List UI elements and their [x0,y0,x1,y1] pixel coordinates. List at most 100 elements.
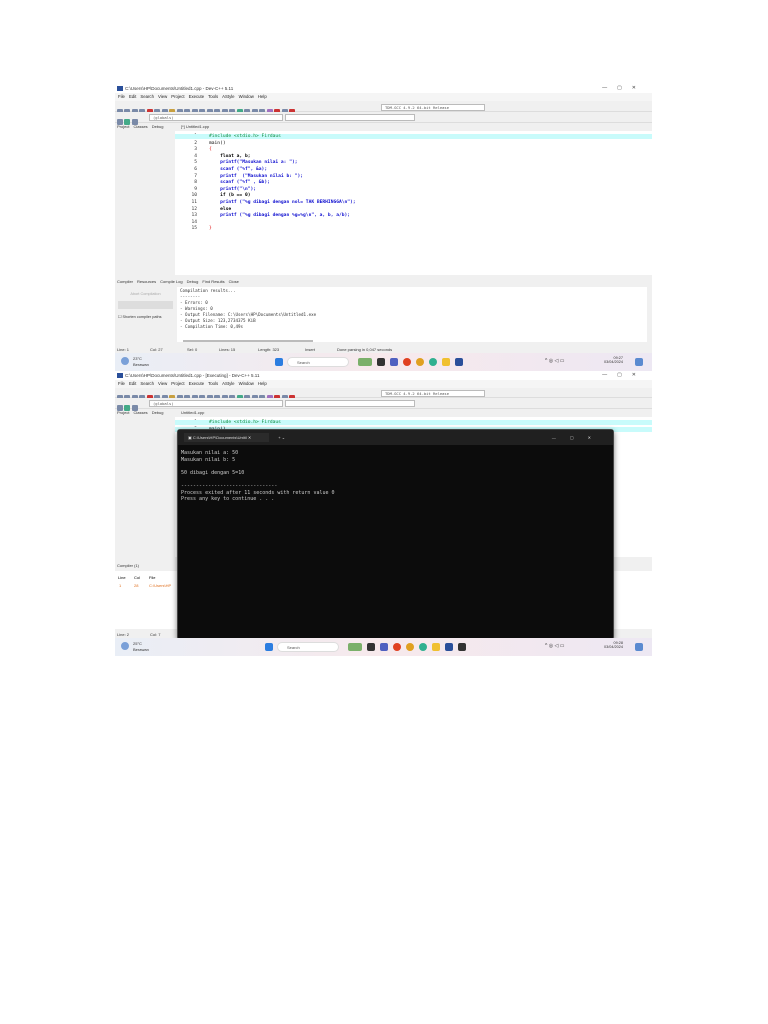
system-tray-icons[interactable]: ^ ◎ ◁ ▭ [545,643,564,649]
menu-search[interactable]: Search [140,94,154,99]
start-icon[interactable] [275,358,283,366]
window-controls[interactable]: —▢✕ [602,371,646,380]
compile-log: Compilation results... -------- - Errors… [177,287,647,342]
code-line: #include <stdio.h> Firdaus [175,420,652,425]
devcpp-taskbar-icon[interactable] [445,643,453,651]
row-file[interactable]: C:\Users\HP [149,583,171,588]
start-icon[interactable] [265,643,273,651]
menu-edit[interactable]: Edit [129,381,136,386]
file-explorer-icon[interactable] [432,643,440,651]
task-view-icon[interactable] [377,358,385,366]
code-editor[interactable]: 1#include <stdio.h> Firdaus2main()3{4 fl… [175,131,652,275]
tab-compiler[interactable]: Compiler (1) [117,563,139,568]
status-bar: Line: 1 Col: 27 Sel: 0 Lines: 15 Length: 323… [115,346,652,353]
tab-project[interactable]: Project [117,410,129,415]
compiler-select[interactable]: TDM-GCC 4.9.2 64-bit Release [381,389,485,397]
row-line[interactable]: 1 [119,583,121,588]
copilot-icon[interactable] [635,643,643,651]
system-tray-icons[interactable]: ^ ◎ ◁ ▭ [545,358,564,364]
widget-icon[interactable] [358,358,372,366]
close-tab-icon[interactable]: ✕ [248,435,251,440]
menu-file[interactable]: File [118,94,125,99]
dropdown-icon[interactable]: ⌄ [282,435,285,440]
status-length: Length: 323 [258,347,280,352]
row-col[interactable]: 28 [134,583,138,588]
menu-astyle[interactable]: AStyle [222,381,234,386]
chrome-icon[interactable] [406,643,414,651]
col-file: File [149,575,156,580]
devcpp-taskbar-icon[interactable] [455,358,463,366]
menu-astyle[interactable]: AStyle [222,94,234,99]
taskbar-search[interactable]: Search [277,642,339,652]
tab-project[interactable]: Project [117,124,129,129]
clock[interactable]: 09:28 03/04/2024 [595,641,623,649]
tab-debug[interactable]: Debug [152,410,164,415]
tab-resources[interactable]: Resources [137,279,156,284]
menu-tools[interactable]: Tools [208,94,218,99]
widget-icon[interactable] [348,643,362,651]
side-tabs: Project Classes Debug [115,124,165,129]
console-window[interactable]: ▣ C:\Users\HP\Documents\Untitl ✕ + ⌄ —▢✕… [177,429,614,640]
weather-temp: 25°C [133,641,142,646]
tab-debug-bottom[interactable]: Debug [187,279,199,284]
console-line: Press any key to continue . . . [181,496,275,503]
teams-icon[interactable] [390,358,398,366]
chrome-icon[interactable] [416,358,424,366]
tab-find-results[interactable]: Find Results [202,279,224,284]
tab-compiler[interactable]: Compiler [117,279,133,284]
whatsapp-icon[interactable] [419,643,427,651]
app-icon[interactable] [403,358,411,366]
console-window-controls[interactable]: —▢✕ [552,430,605,445]
file-tab[interactable]: Untitled1.cpp [181,410,204,415]
teams-icon[interactable] [380,643,388,651]
compiler-select[interactable]: TDM-GCC 4.9.2 64-bit Release [381,103,485,111]
menu-edit[interactable]: Edit [129,94,136,99]
menu-help[interactable]: Help [258,381,267,386]
member-select[interactable] [285,113,415,121]
code-line: #include <stdio.h> Firdaus [175,134,652,139]
console-title-bar: ▣ C:\Users\HP\Documents\Untitl ✕ + ⌄ —▢✕ [178,430,613,445]
menu-tools[interactable]: Tools [208,381,218,386]
console-tab[interactable]: ▣ C:\Users\HP\Documents\Untitl ✕ [184,433,270,442]
tab-compile-log[interactable]: Compile Log [160,279,182,284]
menu-execute[interactable]: Execute [189,94,205,99]
menu-file[interactable]: File [118,381,125,386]
weather-icon [121,357,129,365]
file-explorer-icon[interactable] [442,358,450,366]
menu-project[interactable]: Project [171,94,184,99]
main-toolbar: TDM-GCC 4.9.2 64-bit Release [115,388,652,401]
new-tab-icon[interactable]: + [278,435,280,440]
weather-temp: 23°C [133,356,142,361]
menu-view[interactable]: View [158,94,167,99]
menu-window[interactable]: Window [239,94,254,99]
menu-window[interactable]: Window [239,381,254,386]
whatsapp-icon[interactable] [429,358,437,366]
scope-select[interactable]: (globals) [149,399,283,407]
horizontal-scrollbar[interactable] [183,340,313,342]
menu-view[interactable]: View [158,381,167,386]
tab-debug[interactable]: Debug [152,124,164,129]
window-controls[interactable]: —▢✕ [602,84,646,93]
scope-select[interactable]: (globals) [149,113,283,121]
code-line: else [209,206,232,212]
member-select[interactable] [285,399,415,407]
tab-classes[interactable]: Classes [133,410,147,415]
weather-icon [121,642,129,650]
abort-compilation-button[interactable]: Abort Compilation [118,290,173,298]
taskbar-search[interactable]: Search [287,357,349,367]
menu-execute[interactable]: Execute [189,381,205,386]
tab-classes[interactable]: Classes [133,124,147,129]
app-icon[interactable] [393,643,401,651]
shorten-paths-checkbox[interactable]: ☐ Shorten compiler paths [118,314,162,319]
menu-project[interactable]: Project [171,381,184,386]
tab-close[interactable]: Close [229,279,239,284]
file-tab[interactable]: [*] Untitled1.cpp [181,124,209,129]
task-view-icon[interactable] [367,643,375,651]
copilot-icon[interactable] [635,358,643,366]
menu-search[interactable]: Search [140,381,154,386]
status-sel: Sel: 0 [187,347,198,352]
terminal-taskbar-icon[interactable] [458,643,466,651]
menu-help[interactable]: Help [258,94,267,99]
clock[interactable]: 09:27 03/04/2024 [595,356,623,364]
code-line: printf("Masukan nilai a: "); [209,160,298,166]
